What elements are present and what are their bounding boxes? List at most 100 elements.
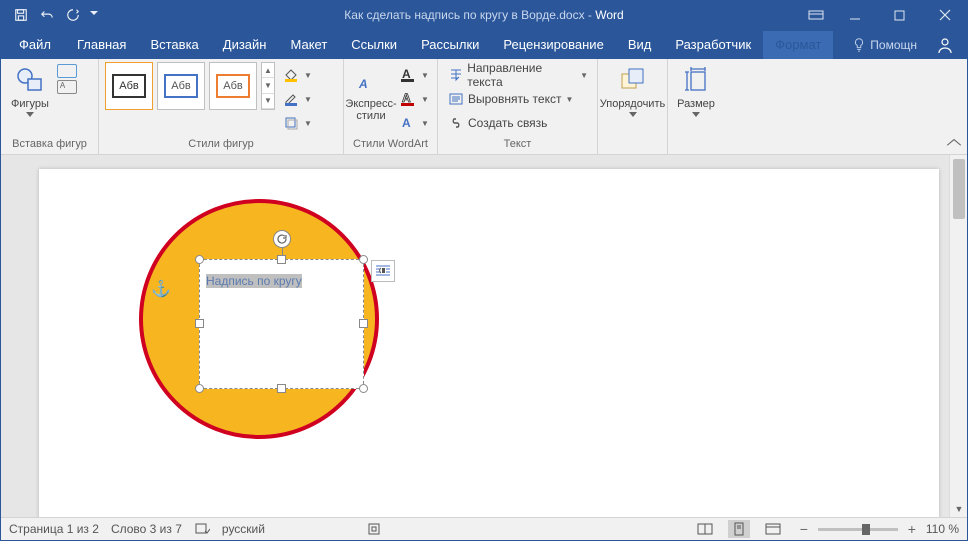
save-button[interactable]: [9, 3, 33, 27]
text-box[interactable]: Надпись по кругу: [199, 259, 364, 389]
spellcheck-button[interactable]: [194, 522, 210, 536]
draw-textbox-button[interactable]: A: [57, 80, 77, 94]
gallery-up-icon[interactable]: ▲: [262, 63, 274, 78]
gallery-scroll[interactable]: ▲▼▼: [261, 62, 275, 110]
gallery-down-icon[interactable]: ▼: [262, 78, 274, 93]
text-outline-button[interactable]: A▼: [396, 88, 432, 110]
tell-me[interactable]: Помощн: [844, 38, 925, 52]
text-effects-button[interactable]: A▼: [396, 112, 432, 134]
svg-text:A: A: [402, 91, 411, 105]
align-text-button[interactable]: Выровнять текст▼: [444, 88, 591, 110]
qat-more-button[interactable]: [87, 3, 101, 27]
redo-button[interactable]: [61, 3, 85, 27]
edit-shape-button[interactable]: [57, 64, 77, 78]
tab-home[interactable]: Главная: [65, 31, 138, 59]
wordart-styles-button[interactable]: A Экспресс- стили: [350, 62, 392, 124]
zoom-out-button[interactable]: −: [796, 521, 812, 537]
resize-handle-s[interactable]: [277, 384, 286, 393]
tab-references[interactable]: Ссылки: [339, 31, 409, 59]
app-name: Word: [595, 8, 623, 22]
group-label-size: [674, 136, 718, 152]
collapse-ribbon-button[interactable]: [945, 136, 963, 150]
shapes-button[interactable]: Фигуры: [7, 62, 53, 119]
group-label-shape-styles: Стили фигур: [105, 136, 337, 152]
vertical-scrollbar[interactable]: ▼: [949, 155, 967, 517]
text-box-content[interactable]: Надпись по кругу: [206, 266, 357, 382]
size-button[interactable]: Размер: [674, 62, 718, 119]
tab-insert[interactable]: Вставка: [138, 31, 210, 59]
resize-handle-se[interactable]: [359, 384, 368, 393]
resize-handle-n[interactable]: [277, 255, 286, 264]
tab-design[interactable]: Дизайн: [211, 31, 279, 59]
page[interactable]: ⚓ Надпись по кругу: [39, 169, 939, 517]
resize-handle-ne[interactable]: [359, 255, 368, 264]
document-area: ⚓ Надпись по кругу ▼: [1, 155, 967, 517]
tab-file[interactable]: Файл: [5, 31, 65, 59]
arrange-button[interactable]: Упорядочить: [604, 62, 661, 119]
tab-mailings[interactable]: Рассылки: [409, 31, 491, 59]
pen-icon: [282, 91, 300, 107]
create-link-button[interactable]: Создать связь: [444, 112, 591, 134]
chevron-down-icon: ▼: [304, 119, 312, 128]
zoom-slider-knob[interactable]: [862, 524, 870, 535]
text-direction-button[interactable]: Направление текста▼: [444, 64, 591, 86]
read-mode-button[interactable]: [694, 520, 716, 538]
shape-outline-button[interactable]: ▼: [279, 88, 315, 110]
chevron-down-icon: ▼: [421, 71, 429, 80]
status-bar: Страница 1 из 2 Слово 3 из 7 русский − +…: [1, 517, 967, 540]
style-preset-2[interactable]: Абв: [157, 62, 205, 110]
undo-button[interactable]: [35, 3, 59, 27]
window-title: Как сделать надпись по кругу в Ворде.doc…: [344, 8, 623, 22]
arrange-icon: [617, 64, 649, 96]
print-layout-button[interactable]: [728, 520, 750, 538]
zoom-slider[interactable]: [818, 528, 898, 531]
web-layout-button[interactable]: [762, 520, 784, 538]
text-fill-icon: A: [399, 67, 417, 83]
tab-review[interactable]: Рецензирование: [491, 31, 615, 59]
page-indicator[interactable]: Страница 1 из 2: [9, 522, 99, 536]
page-viewport[interactable]: ⚓ Надпись по кругу: [1, 155, 949, 517]
style-preset-3[interactable]: Абв: [209, 62, 257, 110]
arrange-label: Упорядочить: [600, 98, 665, 110]
zoom-in-button[interactable]: +: [904, 521, 920, 537]
resize-handle-nw[interactable]: [195, 255, 204, 264]
account-button[interactable]: [931, 31, 959, 59]
tab-view[interactable]: Вид: [616, 31, 664, 59]
shape-fill-button[interactable]: ▼: [279, 64, 315, 86]
chevron-down-icon: ▼: [304, 95, 312, 104]
shape-style-gallery[interactable]: Абв Абв Абв ▲▼▼: [105, 62, 275, 110]
group-text: Направление текста▼ Выровнять текст▼ Соз…: [438, 59, 598, 154]
text-fill-tools: A▼ A▼ A▼: [396, 62, 432, 134]
style-preset-1[interactable]: Абв: [105, 62, 153, 110]
tab-developer[interactable]: Разработчик: [663, 31, 763, 59]
scroll-down-icon[interactable]: ▼: [950, 501, 968, 517]
chevron-down-icon: ▼: [580, 71, 588, 80]
layout-options-button[interactable]: [371, 260, 395, 282]
scrollbar-thumb[interactable]: [953, 159, 965, 219]
ribbon-options-button[interactable]: [800, 1, 832, 29]
align-text-icon: [447, 91, 465, 107]
chevron-down-icon: ▼: [421, 95, 429, 104]
tab-format[interactable]: Формат: [763, 31, 833, 59]
link-icon: [447, 115, 465, 131]
close-button[interactable]: [922, 1, 967, 29]
language-indicator[interactable]: русский: [222, 522, 265, 536]
resize-handle-e[interactable]: [359, 319, 368, 328]
shape-effects-button[interactable]: ▼: [279, 112, 315, 134]
shape-fill-tools: ▼ ▼ ▼: [279, 62, 315, 134]
rotate-handle[interactable]: [273, 230, 291, 248]
resize-handle-sw[interactable]: [195, 384, 204, 393]
word-count[interactable]: Слово 3 из 7: [111, 522, 182, 536]
gallery-more-icon[interactable]: ▼: [262, 94, 274, 109]
chevron-down-icon: [629, 112, 637, 117]
tab-layout[interactable]: Макет: [278, 31, 339, 59]
minimize-button[interactable]: [832, 1, 877, 29]
text-direction-icon: [447, 67, 464, 83]
svg-text:A: A: [402, 67, 411, 81]
text-fill-button[interactable]: A▼: [396, 64, 432, 86]
quick-access-toolbar: [1, 3, 101, 27]
macro-button[interactable]: [367, 522, 381, 536]
zoom-level[interactable]: 110 %: [926, 522, 959, 536]
maximize-button[interactable]: [877, 1, 922, 29]
resize-handle-w[interactable]: [195, 319, 204, 328]
